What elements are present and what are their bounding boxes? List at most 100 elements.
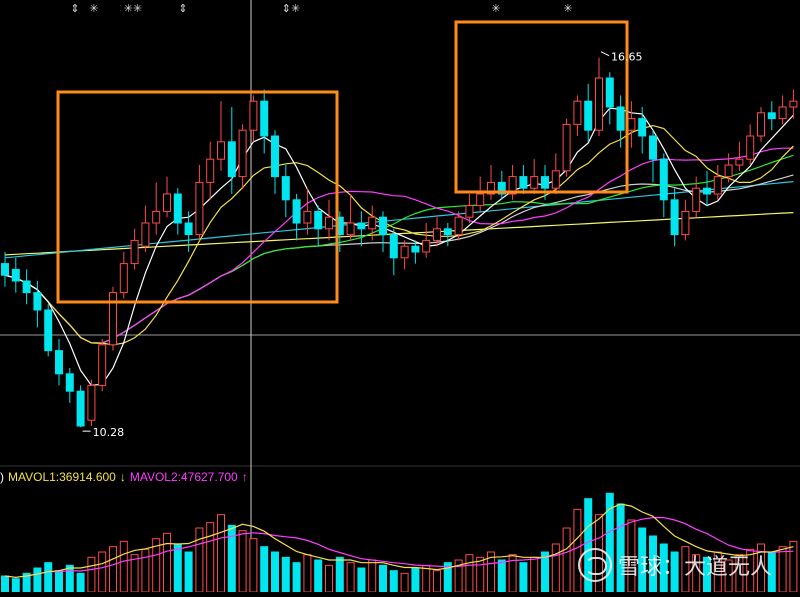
ma30-line	[4, 154, 794, 344]
candle-up	[141, 222, 150, 247]
candle-up	[573, 100, 582, 125]
candle-up	[454, 216, 463, 236]
candle-up	[789, 100, 798, 108]
mavol2-arrow-icon: ↑	[241, 470, 248, 484]
volume-bar-up	[778, 546, 787, 593]
volume-bar-down	[281, 556, 290, 593]
candle-down	[55, 350, 63, 375]
volume-bar-up	[217, 514, 225, 593]
snowball-logo-icon	[578, 548, 612, 582]
volume-bar-down	[173, 543, 182, 593]
candle-down	[649, 135, 657, 160]
volume-bar-down	[497, 559, 506, 593]
candle-down	[659, 158, 668, 201]
volume-bar-down	[411, 567, 420, 593]
event-marker: ⇕	[70, 2, 79, 15]
candle-up	[681, 210, 690, 236]
candle-up	[217, 141, 225, 160]
event-marker: ⇕	[178, 2, 187, 15]
high-label-pointer	[600, 51, 610, 57]
candle-up	[109, 292, 117, 346]
event-marker: ⇕✳	[282, 2, 300, 15]
candle-up	[757, 112, 765, 137]
candle-down	[379, 216, 387, 236]
candle-up	[551, 170, 560, 189]
candle-up	[562, 123, 571, 172]
volume-bar-up	[476, 556, 485, 593]
volume-bar-up	[346, 562, 355, 593]
candle-down	[11, 268, 20, 282]
candle-up	[400, 245, 409, 259]
volume-bar-up	[530, 556, 539, 593]
candle-down	[541, 176, 549, 189]
candle-up	[595, 77, 603, 131]
candle-up	[422, 239, 431, 253]
candle-up	[98, 344, 107, 386]
watermark: 雪球：大道无人	[578, 548, 772, 582]
candle-down	[411, 245, 420, 253]
volume-bar-down	[33, 567, 42, 593]
ma20-line	[4, 147, 794, 344]
candle-up	[119, 263, 128, 294]
volume-bar-down	[519, 562, 528, 593]
candle-up	[746, 135, 755, 160]
candle-down	[605, 77, 614, 108]
volume-bar-up	[789, 540, 798, 593]
candle-down	[76, 390, 85, 427]
candle-up	[692, 187, 701, 212]
volume-bar-down	[379, 564, 387, 593]
candle-up	[476, 193, 485, 207]
candle-down	[443, 228, 452, 236]
watermark-text: 雪球：大道无人	[618, 555, 773, 580]
candle-up	[346, 222, 355, 236]
volume-bar-down	[65, 564, 74, 593]
candle-down	[260, 100, 269, 137]
mavol1-arrow-icon: ↓	[119, 470, 126, 484]
volume-bar-up	[325, 564, 333, 593]
event-marker: ✳✳	[124, 2, 142, 15]
volume-bar-down	[271, 551, 279, 593]
candle-up	[206, 158, 215, 183]
volume-bar-down	[55, 570, 63, 593]
volume-bar-down	[292, 562, 301, 593]
candle-up	[163, 193, 171, 212]
candle-down	[670, 199, 679, 236]
candle-up	[530, 176, 539, 189]
candle-up	[303, 210, 312, 224]
mavol2-label: MAVOL2:47627.700	[129, 470, 238, 484]
candle-down	[33, 292, 42, 311]
volume-bar-up	[400, 572, 409, 593]
candle-up	[735, 158, 744, 166]
volume-bar-down	[44, 562, 53, 593]
low-price-label: 10.28	[93, 426, 125, 439]
volume-bar-up	[551, 543, 560, 593]
candle-down	[227, 141, 236, 178]
volume-bar-down	[314, 559, 323, 593]
candle-up	[713, 176, 722, 195]
volume-bar-up	[562, 527, 571, 593]
candle-up	[87, 384, 96, 421]
volume-bar-up	[465, 554, 474, 593]
volume-bar-up	[368, 559, 377, 593]
candle-up	[724, 164, 733, 178]
candle-up	[368, 216, 377, 230]
volume-bar-down	[260, 546, 269, 593]
candle-up	[433, 228, 441, 241]
volume-bar-up	[206, 522, 215, 593]
candle-down	[703, 187, 711, 195]
candle-down	[357, 222, 366, 230]
candle-down	[292, 199, 301, 224]
volume-bar-up	[433, 570, 441, 593]
event-marker: ✳	[491, 2, 500, 15]
stock-chart: 10.28 16.65 ⇕ ✳ ✳✳ ⇕ ⇕✳ ✳ ✳	[0, 0, 800, 593]
candle-down	[44, 309, 53, 352]
candle-down	[1, 263, 9, 276]
volume-bar-down	[76, 572, 85, 593]
volume-bar-down	[11, 578, 20, 593]
candle-down	[271, 135, 279, 178]
volume-bar-up	[249, 538, 258, 593]
candle-down	[314, 210, 323, 230]
candlestick-chart-svg: 10.2816.65⇕ ✳ ✳✳ ⇕ ⇕✳ ✳ ✳	[0, 0, 800, 593]
volume-bar-up	[87, 556, 96, 593]
candle-down	[584, 100, 593, 131]
